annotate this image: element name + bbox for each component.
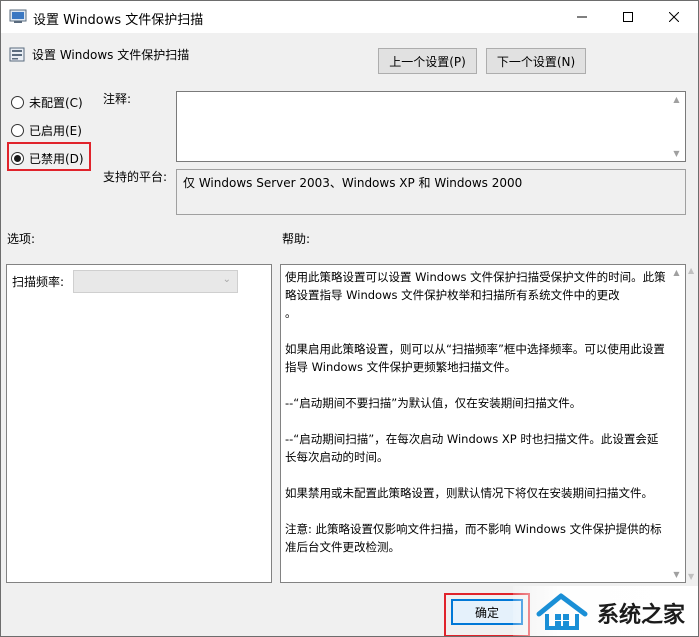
scroll-up-icon: ▲ — [688, 266, 695, 275]
help-label: 帮助: — [282, 232, 311, 246]
help-scrollbar[interactable]: ▲ ▼ — [668, 265, 685, 582]
radio-enabled[interactable]: 已启用(E) — [11, 122, 82, 139]
platform-value: 仅 Windows Server 2003、Windows XP 和 Windo… — [176, 169, 686, 215]
comment-scrollbar[interactable]: ▲ ▼ — [668, 92, 685, 161]
maximize-button[interactable] — [605, 1, 651, 33]
radio-label: 已启用(E) — [29, 124, 82, 138]
dialog-scrollbar[interactable]: ▲ ▼ — [687, 264, 698, 583]
watermark: 系统之家 — [513, 586, 698, 636]
scan-frequency-label: 扫描频率: — [12, 275, 65, 289]
close-icon — [669, 12, 679, 22]
chevron-down-icon: ⌄ — [222, 274, 231, 285]
help-paragraph: --“启动期间不要扫描”为默认值，仅在安装期间扫描文件。 — [285, 396, 582, 410]
scroll-down-icon: ▼ — [673, 149, 680, 158]
scroll-up-icon: ▲ — [673, 95, 680, 104]
help-paragraph: 使用此策略设置可以设置 Windows 文件保护扫描受保护文件的时间。此策略设置… — [285, 270, 666, 302]
comment-label: 注释: — [103, 92, 132, 106]
scroll-down-icon: ▼ — [688, 572, 695, 581]
help-paragraph: 。 — [285, 306, 297, 320]
radio-not-configured[interactable]: 未配置(C) — [11, 94, 83, 111]
scan-frequency-dropdown[interactable]: ⌄ — [73, 270, 238, 293]
title-bar[interactable]: 设置 Windows 文件保护扫描 — [1, 1, 698, 33]
close-button[interactable] — [651, 1, 697, 33]
disabled-highlight-frame — [7, 142, 91, 171]
setting-title: 设置 Windows 文件保护扫描 — [32, 48, 190, 62]
help-paragraph: --“启动期间扫描”，在每次启动 Windows XP 时也扫描文件。此设置会延… — [285, 432, 659, 464]
maximize-icon — [623, 12, 633, 22]
next-setting-button[interactable]: 下一个设置(N) — [486, 48, 586, 74]
radio-circle-icon — [11, 124, 24, 137]
minimize-button[interactable] — [559, 1, 605, 33]
scroll-up-icon: ▲ — [673, 268, 680, 277]
radio-label: 未配置(C) — [29, 96, 83, 110]
scroll-down-icon: ▼ — [673, 570, 680, 579]
options-label: 选项: — [7, 232, 36, 246]
radio-circle-icon — [11, 96, 24, 109]
policy-app-icon — [9, 9, 27, 23]
help-paragraph: 如果禁用或未配置此策略设置，则默认情况下将仅在安装期间扫描文件。 — [285, 486, 653, 500]
policy-dialog: 设置 Windows 文件保护扫描 设置 Windows 文件保护扫描 上一个设… — [0, 0, 699, 637]
comment-input[interactable]: ▲ ▼ — [176, 91, 686, 162]
previous-setting-button[interactable]: 上一个设置(P) — [378, 48, 477, 74]
window-title: 设置 Windows 文件保护扫描 — [33, 13, 204, 28]
minimize-icon — [577, 16, 587, 18]
help-pane[interactable]: 使用此策略设置可以设置 Windows 文件保护扫描受保护文件的时间。此策略设置… — [280, 264, 686, 583]
watermark-text: 系统之家 — [597, 603, 686, 628]
options-pane: 扫描频率: ⌄ — [6, 264, 272, 583]
help-paragraph: 注意: 此策略设置仅影响文件扫描，而不影响 Windows 文件保护提供的标准后… — [285, 522, 662, 554]
help-paragraph: 如果启用此策略设置，则可以从“扫描频率”框中选择频率。可以使用此设置指导 Win… — [285, 342, 665, 374]
platform-label: 支持的平台: — [103, 170, 168, 184]
policy-setting-icon — [9, 47, 25, 62]
house-logo-icon — [536, 593, 588, 630]
